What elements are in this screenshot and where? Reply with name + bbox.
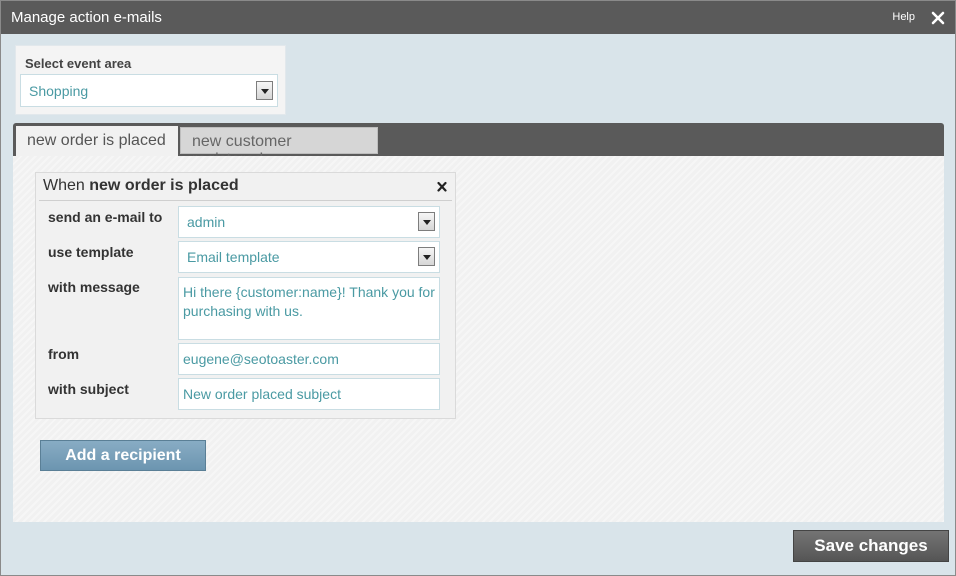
email-rule-box: When new order is placed send an e-mail … xyxy=(35,172,456,419)
title-bar: Manage action e-mails Help xyxy=(1,1,955,34)
subject-label: with subject xyxy=(48,381,129,397)
tab-panel: When new order is placed send an e-mail … xyxy=(13,156,944,522)
manage-action-emails-dialog: Manage action e-mails Help Select event … xyxy=(0,0,956,576)
event-area-value: Shopping xyxy=(29,83,89,99)
chevron-down-icon[interactable] xyxy=(418,212,435,231)
subject-field[interactable]: New order placed subject xyxy=(178,378,440,410)
message-label: with message xyxy=(48,279,140,295)
message-textarea[interactable]: Hi there {customer:name}! Thank you for … xyxy=(178,277,440,340)
close-icon[interactable] xyxy=(437,181,447,192)
from-label: from xyxy=(48,346,80,362)
from-field[interactable]: eugene@seotoaster.com xyxy=(178,343,440,375)
help-link[interactable]: Help xyxy=(892,11,915,23)
template-select[interactable]: Email template xyxy=(178,241,440,273)
tab-bar: new order is placed new customer registe… xyxy=(13,123,944,168)
rule-heading-event: new order is placed xyxy=(89,177,239,194)
recipient-select[interactable]: admin xyxy=(178,206,440,238)
chevron-down-icon[interactable] xyxy=(256,81,273,100)
save-changes-button[interactable]: Save changes xyxy=(793,530,949,562)
dialog-title: Manage action e-mails xyxy=(11,9,162,26)
template-value: Email template xyxy=(187,249,280,265)
rule-heading: When new order is placed xyxy=(43,177,239,195)
event-area-select[interactable]: Shopping xyxy=(20,74,278,107)
recipient-label: send an e-mail to xyxy=(48,209,163,225)
rule-heading-prefix: When xyxy=(43,177,85,194)
add-recipient-button[interactable]: Add a recipient xyxy=(40,440,206,471)
event-area-label: Select event area xyxy=(25,56,132,71)
close-icon[interactable] xyxy=(931,9,945,25)
template-label: use template xyxy=(48,244,134,260)
recipient-value: admin xyxy=(187,214,226,230)
tab-new-order-is-placed[interactable]: new order is placed xyxy=(16,126,178,156)
event-area-box: Select event area Shopping xyxy=(15,45,286,115)
tab-new-customer-registered[interactable]: new customer registered xyxy=(180,127,378,168)
chevron-down-icon[interactable] xyxy=(418,247,435,266)
rule-divider xyxy=(39,200,452,201)
